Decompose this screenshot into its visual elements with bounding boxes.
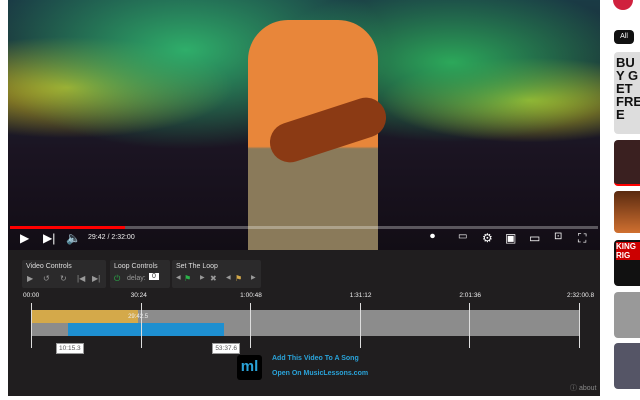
loop-controls-label: Loop Controls [114,263,158,270]
timeline-tick [31,303,32,348]
video-player[interactable] [8,0,600,250]
timeline-tick [140,303,142,348]
settings-icon[interactable]: ⚙ [482,231,493,245]
timeline-tick-label: 2:01:36 [459,292,482,299]
start-flag-icon[interactable]: ⚑ [184,274,191,283]
timeline-tick-label: 1:00:48 [240,292,262,299]
timeline-tick-label: 2:32:00.8 [567,292,595,299]
thumbnail[interactable] [614,343,640,389]
timeline-tick-label: 00:00 [23,292,40,299]
current-position-label: 29:42.5 [128,314,149,320]
timeline-tick [250,303,252,348]
timeline-played [31,310,139,323]
autoplay-toggle[interactable]: ⏺ [430,231,435,242]
skip-forward-icon[interactable]: ▶| [92,274,100,283]
video-progress-bar[interactable] [10,226,598,229]
loop-controls-group: Loop Controls ⏻ delay: 0 [110,260,170,288]
fullscreen-icon[interactable]: ⛶ [578,231,586,246]
thumbnail[interactable]: BUY GET FREE [614,52,640,134]
end-right-icon[interactable]: ▶ [251,274,256,281]
loop-power-icon[interactable]: ⏻ [114,274,120,284]
loop-start-marker[interactable]: 10:15.3 [55,343,84,354]
volume-icon[interactable]: 🔈 [66,231,81,245]
miniplayer-icon[interactable]: ▣ [505,231,516,245]
timeline-tick-label: 1:31:12 [349,292,372,299]
theater-icon[interactable]: ▭ [529,231,540,245]
video-controls-group: Video Controls ▶ ↺ ↻ |◀ ▶| [22,260,106,288]
delay-input[interactable]: 0 [149,273,159,280]
video-controls-label: Video Controls [26,263,72,270]
filter-chip-all[interactable]: All [614,30,634,44]
timeline-tick [359,303,361,348]
about-link[interactable]: ⓘ about [570,383,596,393]
video-progress-fill [10,226,125,229]
start-left-icon[interactable]: ◀ [176,274,181,281]
add-to-song-link[interactable]: Add This Video To A Song [272,355,359,362]
timeline-loop-range[interactable] [67,323,225,336]
reset-loop-icon[interactable]: ✖ [210,274,217,283]
play-icon[interactable]: ▶ [20,231,29,245]
end-left-icon[interactable]: ◀ [226,274,231,281]
timeline-tick [579,303,580,348]
loop-end-marker[interactable]: 53:37.6 [212,343,240,354]
next-icon[interactable]: ▶| [43,231,55,245]
captions-icon[interactable]: ▭ [458,231,467,242]
musiclessons-logo: ml [237,355,262,380]
rewind-icon[interactable]: ↺ [43,274,50,283]
end-flag-icon[interactable]: ⚑ [235,274,242,283]
thumbnail[interactable] [614,292,640,338]
cast-icon[interactable]: ⊡ [554,231,562,242]
thumbnail[interactable] [614,140,640,186]
play-icon[interactable]: ▶ [27,274,33,283]
open-musiclessons-link[interactable]: Open On MusicLessons.com [272,370,368,377]
set-loop-label: Set The Loop [176,263,218,270]
start-right-icon[interactable]: ▶ [200,274,205,281]
skip-back-icon[interactable]: |◀ [77,274,85,283]
time-display: 29:42 / 2:32:00 [88,234,135,241]
thumbnail[interactable] [614,191,640,233]
timeline-tick [469,303,471,348]
set-loop-group: Set The Loop ◀ ⚑ ▶ ✖ ◀ ⚑ ▶ [172,260,261,288]
forward-icon[interactable]: ↻ [60,274,67,283]
thumbnail[interactable]: KING RIG [614,240,640,286]
timeline-tick-label: 30:24 [130,292,147,299]
delay-label: delay: [127,275,146,282]
